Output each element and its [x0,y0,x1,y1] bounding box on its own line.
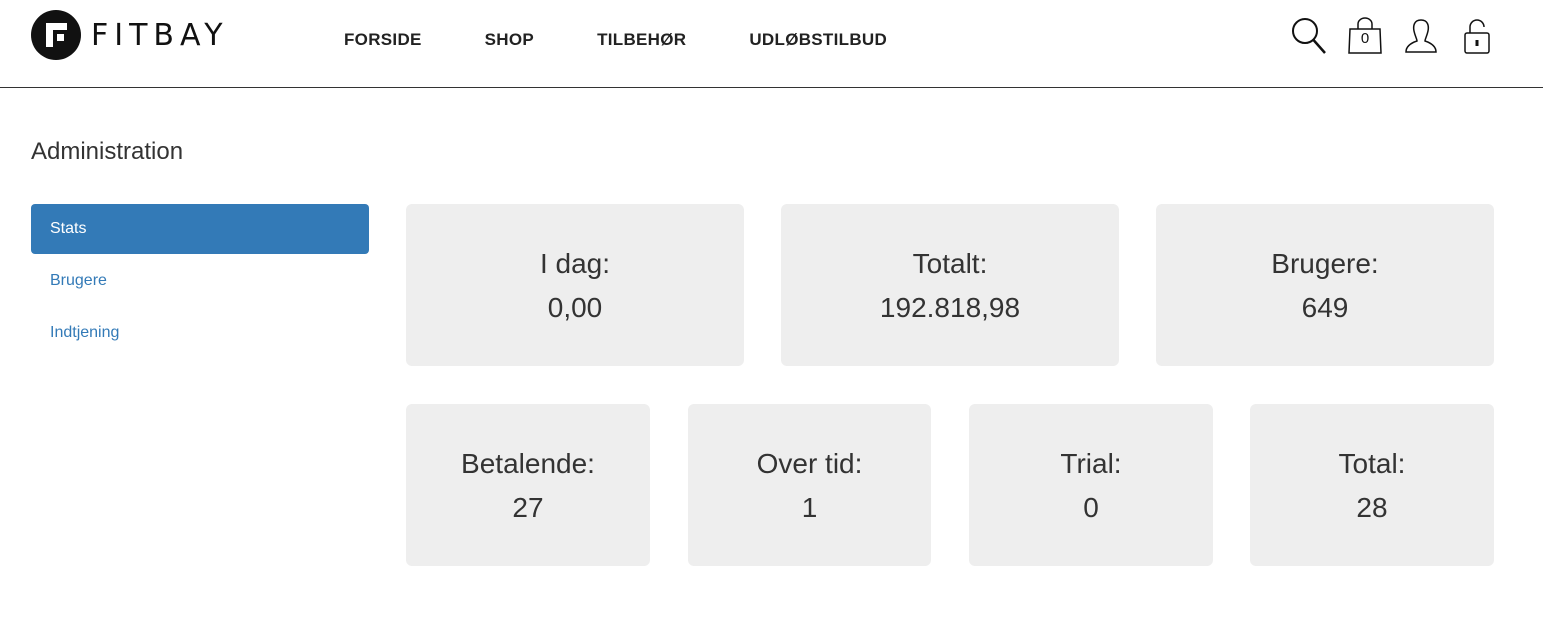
nav-item-tilbehor[interactable]: TILBEHØR [597,30,686,50]
sidebar-item-stats[interactable]: Stats [31,204,369,254]
nav-item-udlobstilbud[interactable]: UDLØBSTILBUD [749,30,887,50]
sidebar-item-indtjening[interactable]: Indtjening [31,308,369,358]
stat-value: 649 [1301,292,1349,323]
nav-item-shop[interactable]: SHOP [485,30,534,50]
stat-label: Trial: [1060,448,1122,479]
logo-text: FITBAY [91,17,229,53]
stat-label: Brugere: [1271,248,1379,279]
stat-card-total-revenue: Totalt: 192.818,98 [781,204,1119,366]
site-header: FITBAY FORSIDE SHOP TILBEHØR UDLØBSTILBU… [0,0,1543,88]
stat-card-total-members: Total: 28 [1250,404,1494,566]
stat-label: Betalende: [461,448,595,479]
stat-label: Total: [1338,448,1406,479]
stat-value: 1 [801,492,818,523]
stat-value: 192.818,98 [879,292,1021,323]
stat-card-trial: Trial: 0 [969,404,1213,566]
header-icons: 0 [1273,16,1497,56]
admin-sidebar: Stats Brugere Indtjening [31,204,369,360]
cart-count: 0 [1360,30,1370,47]
main-nav: FORSIDE SHOP TILBEHØR UDLØBSTILBUD [344,30,950,50]
stat-card-paying: Betalende: 27 [406,404,650,566]
page-title: Administration [31,138,184,165]
shopping-bag-icon[interactable]: 0 [1345,16,1385,56]
stat-label: I dag: [539,248,611,279]
logo-mark-icon [31,10,81,60]
user-icon[interactable] [1401,16,1441,56]
stat-value: 28 [1356,492,1388,523]
stat-value: 27 [512,492,544,523]
stat-card-today: I dag: 0,00 [406,204,744,366]
nav-item-forside[interactable]: FORSIDE [344,30,422,50]
search-icon[interactable] [1289,16,1329,56]
logo[interactable]: FITBAY [31,10,229,60]
stat-card-users: Brugere: 649 [1156,204,1494,366]
stat-value: 0,00 [547,292,603,323]
sidebar-item-brugere[interactable]: Brugere [31,256,369,306]
stat-label: Over tid: [756,448,863,479]
lock-icon[interactable] [1457,16,1497,56]
stat-label: Totalt: [912,248,988,279]
stat-card-overdue: Over tid: 1 [688,404,931,566]
stat-value: 0 [1083,492,1099,523]
